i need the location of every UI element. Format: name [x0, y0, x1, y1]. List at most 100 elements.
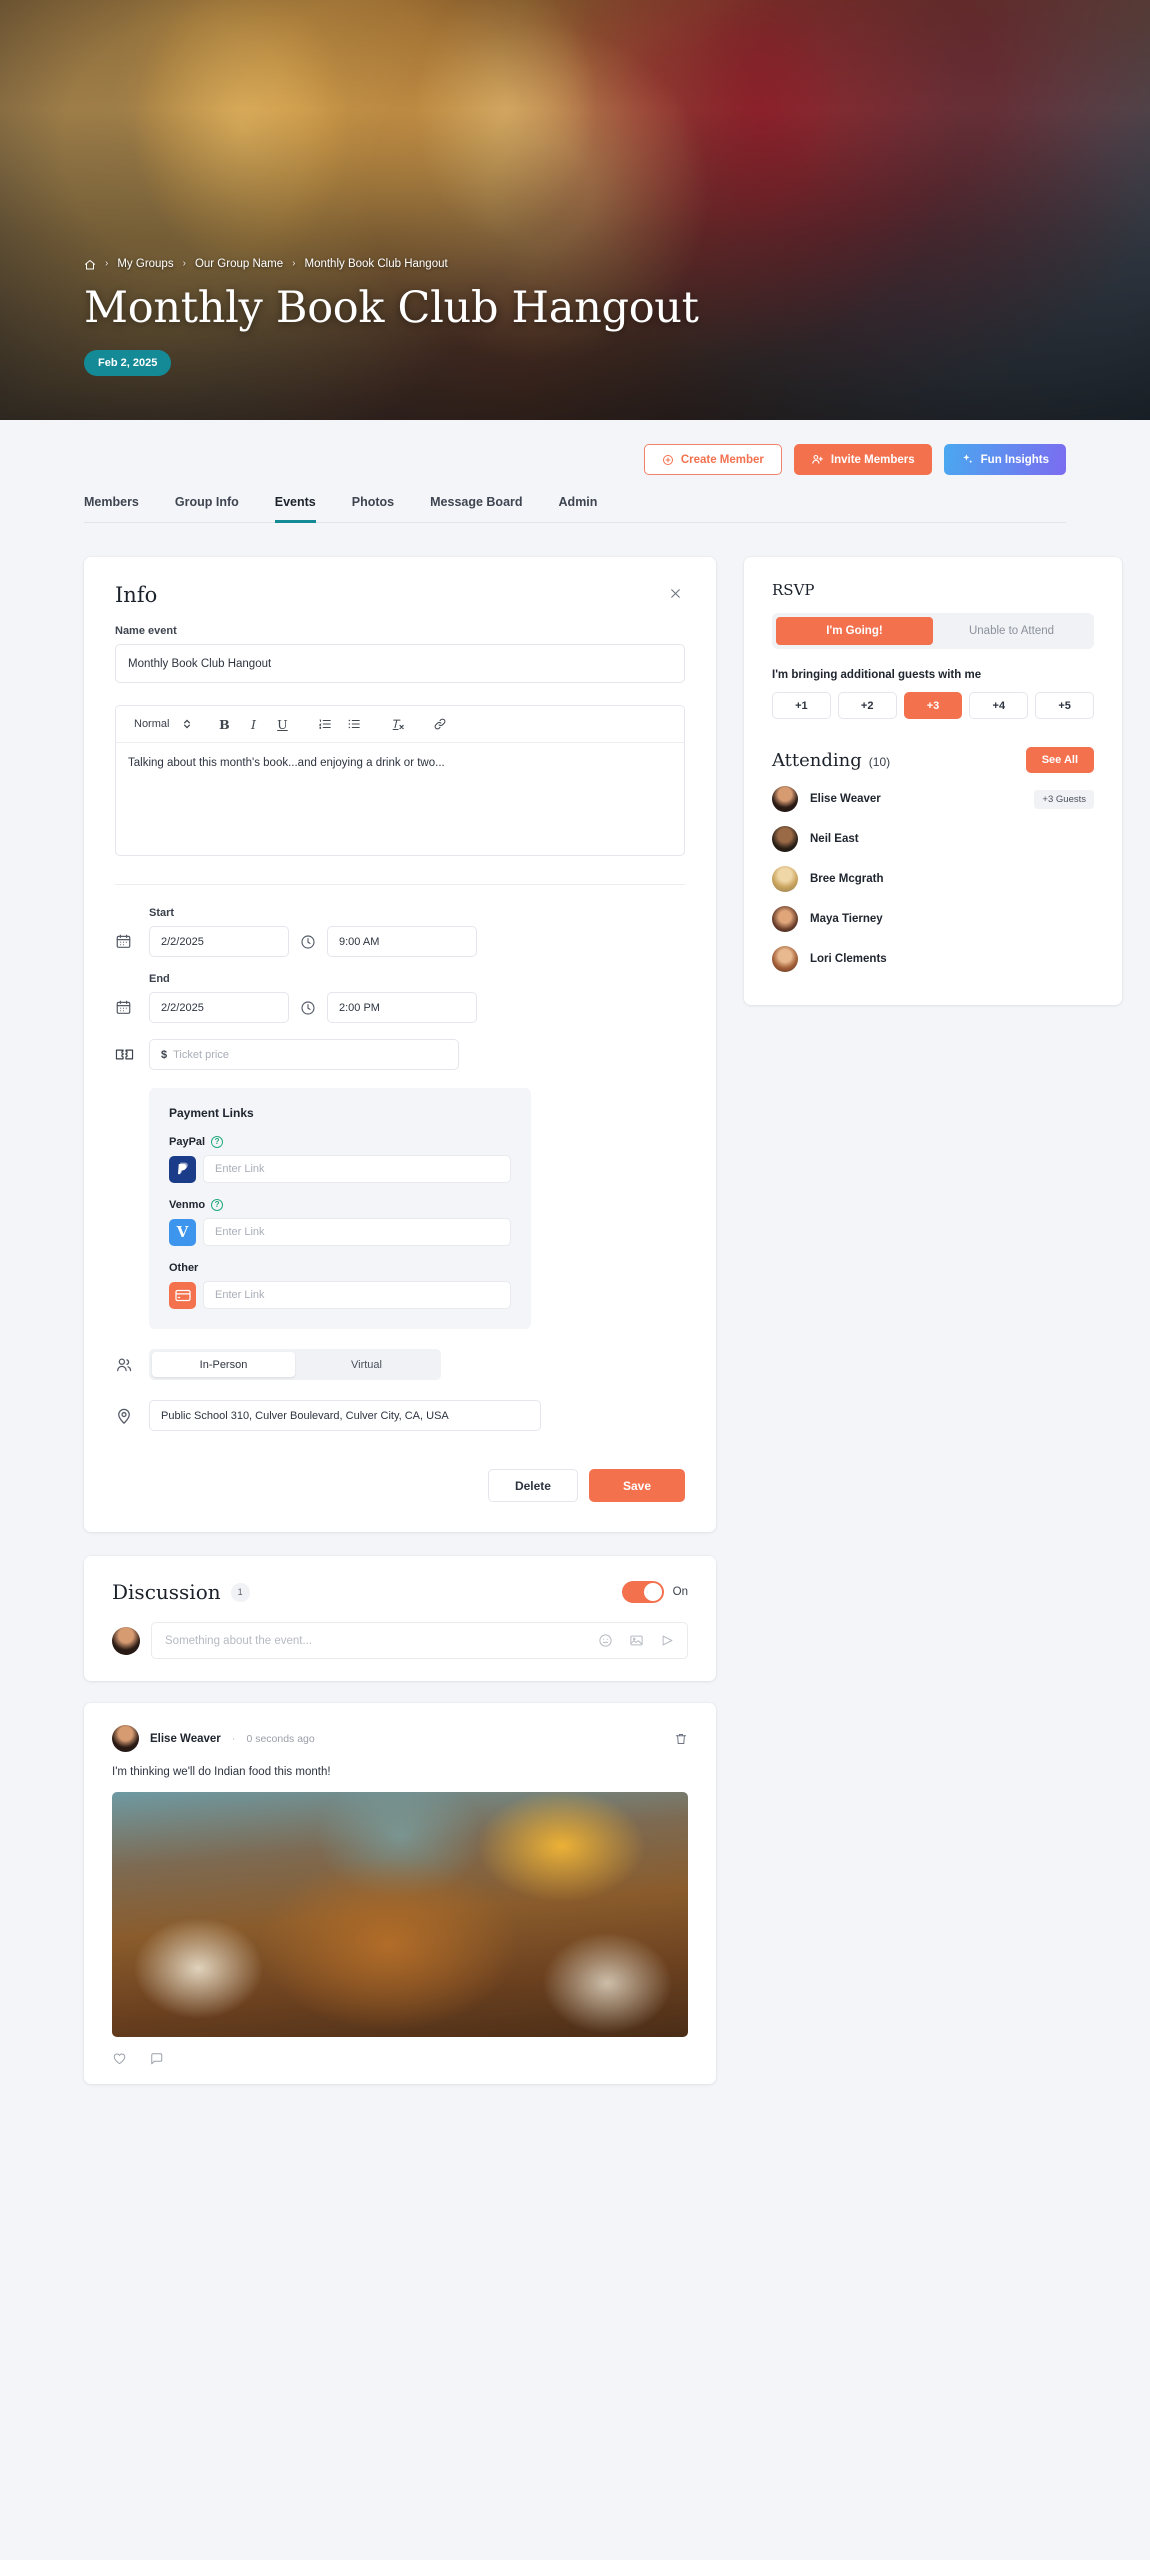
paypal-row: Enter Link — [169, 1155, 511, 1183]
guest-plus-3[interactable]: +3 — [903, 692, 963, 719]
chevron-updown-icon — [183, 718, 191, 730]
discussion-toggle[interactable] — [621, 1581, 664, 1603]
clear-formatting-icon[interactable] — [385, 712, 409, 736]
tab-message-board[interactable]: Message Board — [430, 495, 522, 523]
bulleted-list-icon[interactable] — [342, 712, 366, 736]
calendar-icon[interactable] — [115, 929, 149, 955]
avatar — [112, 1725, 139, 1752]
tab-group-info[interactable]: Group Info — [175, 495, 239, 523]
home-icon[interactable] — [84, 259, 96, 271]
comment-compose-row: Something about the event... — [112, 1622, 688, 1659]
action-bar: Create Member Invite Members Fun Insight… — [0, 420, 1150, 475]
tab-photos[interactable]: Photos — [352, 495, 394, 523]
list-item[interactable]: Bree Mcgrath — [772, 859, 1094, 899]
help-icon[interactable]: ? — [211, 1136, 224, 1148]
end-date-input[interactable]: 2/2/2025 — [149, 992, 289, 1023]
breadcrumb-item-group[interactable]: Our Group Name — [195, 258, 283, 270]
people-icon — [115, 1352, 149, 1378]
guest-plus-1[interactable]: +1 — [772, 692, 831, 719]
payment-links-title: Payment Links — [169, 1106, 254, 1120]
rsvp-going-button[interactable]: I'm Going! — [776, 617, 933, 645]
bold-icon[interactable]: B — [212, 712, 236, 736]
address-row: Public School 310, Culver Boulevard, Cul… — [115, 1400, 685, 1431]
underline-icon[interactable]: U — [270, 712, 294, 736]
paypal-link-input[interactable]: Enter Link — [203, 1155, 511, 1183]
text-style-select[interactable]: Normal — [128, 718, 197, 730]
event-name-input[interactable] — [115, 644, 685, 683]
page-title: Monthly Book Club Hangout — [84, 282, 699, 333]
other-label-row: Other — [169, 1262, 511, 1274]
name-event-label: Name event — [115, 625, 177, 637]
image-icon[interactable] — [629, 1633, 644, 1648]
other-link-input[interactable]: Enter Link — [203, 1281, 511, 1309]
comment-icon[interactable] — [149, 2051, 164, 2066]
attending-count: (10) — [868, 754, 891, 769]
location-mode-toggle: In-Person Virtual — [149, 1349, 441, 1380]
help-icon[interactable]: ? — [211, 1199, 224, 1211]
post-separator: · — [231, 1732, 236, 1745]
start-date-input[interactable]: 2/2/2025 — [149, 926, 289, 957]
trash-icon[interactable] — [674, 1732, 688, 1746]
send-icon[interactable] — [660, 1633, 675, 1648]
start-label-wrap: Start — [149, 907, 685, 919]
avatar — [772, 786, 798, 812]
fun-insights-label: Fun Insights — [980, 453, 1049, 466]
post-footer — [112, 2037, 688, 2066]
tab-list: Members Group Info Events Photos Message… — [84, 495, 1066, 523]
guest-plus-2[interactable]: +2 — [837, 692, 897, 719]
link-icon[interactable] — [428, 712, 452, 736]
invite-members-button[interactable]: Invite Members — [793, 444, 932, 475]
breadcrumb-separator: › — [182, 258, 186, 270]
plus-circle-icon — [662, 454, 674, 466]
ordered-list-icon[interactable] — [313, 712, 337, 736]
end-time-input[interactable]: 2:00 PM — [327, 992, 477, 1023]
list-item[interactable]: Neil East — [772, 819, 1094, 859]
attendee-name: Lori Clements — [810, 953, 887, 965]
clock-icon[interactable] — [289, 1000, 327, 1016]
discussion-count-badge: 1 — [230, 1582, 250, 1602]
discussion-post: Elise Weaver · 0 seconds ago I'm thinkin… — [84, 1703, 716, 2084]
address-input[interactable]: Public School 310, Culver Boulevard, Cul… — [149, 1400, 541, 1431]
other-label: Other — [169, 1262, 199, 1274]
discussion-card: Discussion 1 On Something about the even… — [84, 1556, 716, 1681]
delete-button[interactable]: Delete — [487, 1469, 578, 1502]
calendar-icon[interactable] — [115, 995, 149, 1021]
paypal-label-row: PayPal ? — [169, 1136, 511, 1148]
location-mode-in-person[interactable]: In-Person — [152, 1352, 295, 1377]
tab-events[interactable]: Events — [274, 495, 316, 523]
comment-input[interactable]: Something about the event... — [151, 1622, 688, 1659]
clock-icon[interactable] — [289, 934, 327, 950]
rsvp-options: I'm Going! Unable to Attend — [772, 613, 1094, 649]
breadcrumb: › My Groups › Our Group Name › Monthly B… — [84, 258, 1090, 270]
close-icon[interactable] — [665, 583, 685, 603]
see-all-button[interactable]: See All — [1025, 747, 1094, 773]
fun-insights-button[interactable]: Fun Insights — [943, 444, 1066, 475]
post-header: Elise Weaver · 0 seconds ago — [112, 1725, 688, 1752]
avatar — [112, 1626, 140, 1655]
emoji-icon[interactable] — [598, 1633, 613, 1648]
save-button[interactable]: Save — [588, 1469, 685, 1502]
list-item[interactable]: Lori Clements — [772, 939, 1094, 979]
guest-plus-4[interactable]: +4 — [969, 692, 1029, 719]
tab-admin[interactable]: Admin — [559, 495, 598, 523]
create-member-button[interactable]: Create Member — [643, 444, 782, 475]
tab-members[interactable]: Members — [84, 495, 139, 523]
like-icon[interactable] — [112, 2051, 127, 2066]
list-item[interactable]: Maya Tierney — [772, 899, 1094, 939]
description-text[interactable]: Talking about this month's book...and en… — [116, 743, 684, 855]
breadcrumb-item-event[interactable]: Monthly Book Club Hangout — [304, 258, 447, 270]
italic-icon[interactable]: I — [241, 712, 265, 736]
discussion-title-wrap: Discussion 1 — [112, 1580, 250, 1604]
list-item[interactable]: Elise Weaver +3 Guests — [772, 779, 1094, 819]
location-mode-virtual[interactable]: Virtual — [295, 1352, 438, 1377]
guest-plus-5[interactable]: +5 — [1035, 692, 1094, 719]
ticket-price-row: $ Ticket price — [115, 1039, 685, 1070]
venmo-row: V Enter Link — [169, 1218, 511, 1246]
guest-badge: +3 Guests — [1034, 789, 1094, 809]
ticket-price-input[interactable]: $ Ticket price — [149, 1039, 459, 1070]
rsvp-unable-button[interactable]: Unable to Attend — [933, 617, 1090, 645]
breadcrumb-item-my-groups[interactable]: My Groups — [117, 258, 173, 270]
start-time-input[interactable]: 9:00 AM — [327, 926, 477, 957]
comment-input-placeholder: Something about the event... — [165, 1634, 313, 1647]
venmo-link-input[interactable]: Enter Link — [203, 1218, 511, 1246]
